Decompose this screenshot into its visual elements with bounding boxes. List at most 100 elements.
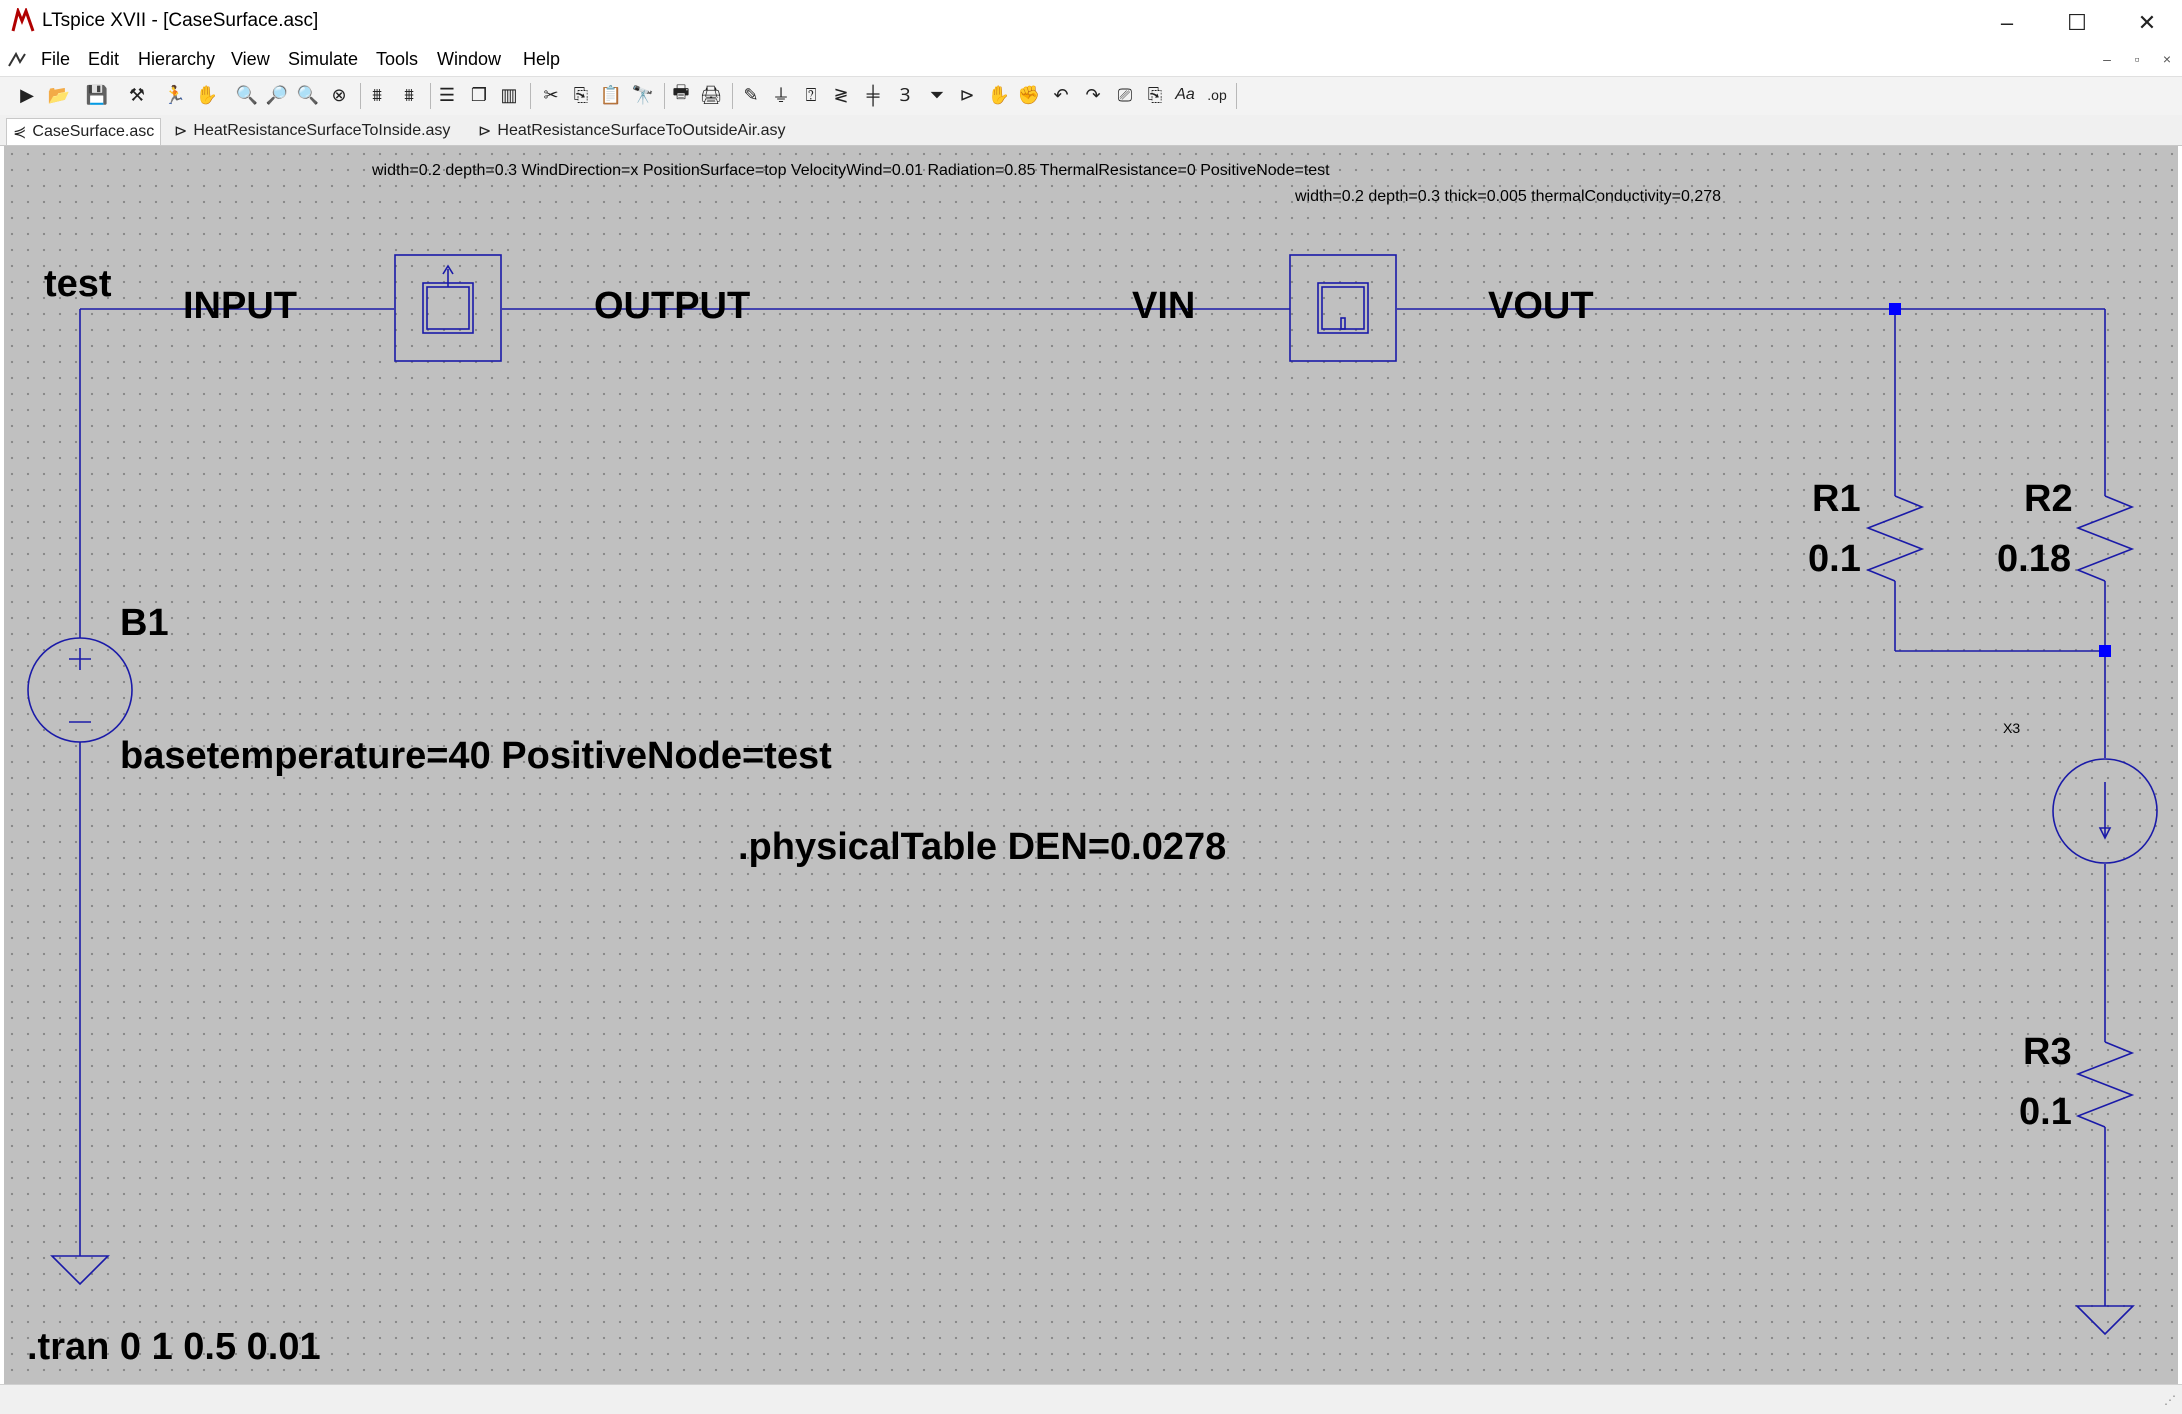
tab-casesurface[interactable]: ⋞ CaseSurface.asc: [6, 118, 162, 145]
r2-resistor-symbol: [2075, 480, 2135, 586]
symbol-icon: ⊳: [174, 123, 188, 140]
physical-table-directive[interactable]: .physicalTable DEN=0.0278: [738, 826, 1226, 869]
tile-vertical-icon[interactable]: ▥: [496, 82, 522, 108]
tile-horizontal-icon[interactable]: ☰: [434, 82, 460, 108]
paste-icon[interactable]: 📋: [598, 82, 624, 108]
outside-air-params-text[interactable]: width=0.2 depth=0.3 WindDirection=x Posi…: [372, 162, 1330, 180]
menu-tools[interactable]: Tools: [376, 49, 418, 70]
control-panel-icon[interactable]: ⚒: [124, 82, 150, 108]
toolbar-separator: [732, 83, 733, 109]
undo-icon[interactable]: ↶: [1048, 82, 1074, 108]
new-schematic-icon[interactable]: ▶: [14, 82, 40, 108]
schematic-icon: ⋞: [13, 124, 27, 141]
cut-icon[interactable]: ✂: [538, 82, 564, 108]
status-bar: ⋰: [0, 1384, 2182, 1414]
window-title: LTspice XVII - [CaseSurface.asc]: [42, 10, 319, 31]
x3-current-source-symbol: [2052, 758, 2158, 864]
tab-heat-resistance-outside[interactable]: ⊳ HeatResistanceSurfaceToOutsideAir.asy: [472, 118, 792, 144]
menu-view[interactable]: View: [231, 49, 270, 70]
tab-heat-resistance-inside[interactable]: ⊳ HeatResistanceSurfaceToInside.asy: [168, 118, 456, 144]
move-icon[interactable]: ✋: [986, 82, 1012, 108]
surface-to-inside-block: [1289, 254, 1397, 362]
mdi-close-button[interactable]: ×: [2156, 51, 2178, 67]
ltspice-logo-icon: [11, 8, 35, 32]
inside-params-text[interactable]: width=0.2 depth=0.3 thick=0.005 thermalC…: [1295, 188, 1721, 206]
menu-edit[interactable]: Edit: [88, 49, 119, 70]
maximize-button[interactable]: ☐: [2042, 0, 2112, 45]
r1-value-label[interactable]: 0.1: [1808, 538, 1861, 581]
r2-name-label[interactable]: R2: [2024, 478, 2073, 521]
document-icon[interactable]: [6, 50, 28, 72]
resize-grip-icon[interactable]: ⋰: [2164, 1393, 2176, 1407]
label-net-icon[interactable]: ⍰: [798, 82, 824, 108]
net-label-vout[interactable]: VOUT: [1488, 285, 1594, 328]
toolbar-separator: [664, 83, 665, 109]
ground-icon[interactable]: ⏚: [768, 82, 794, 108]
inductor-icon[interactable]: Ɜ: [892, 82, 918, 108]
mdi-minimize-button[interactable]: –: [2096, 51, 2118, 67]
menu-hierarchy[interactable]: Hierarchy: [138, 49, 215, 70]
zoom-in-icon[interactable]: 🔍: [234, 82, 260, 108]
menu-window[interactable]: Window: [437, 49, 501, 70]
mirror-icon[interactable]: ⎘: [1142, 82, 1168, 108]
tab-label: CaseSurface.asc: [32, 123, 155, 140]
net-label-test[interactable]: test: [44, 263, 112, 306]
net-label-vin[interactable]: VIN: [1132, 285, 1195, 328]
zoom-fit-icon[interactable]: ⊗: [326, 82, 352, 108]
resistor-icon[interactable]: ≷: [828, 82, 854, 108]
print-icon[interactable]: 🖨: [698, 82, 724, 108]
toolbar-separator: [430, 83, 431, 109]
autorange-icon[interactable]: ⩩: [364, 82, 390, 108]
junction-dot: [1889, 303, 1901, 315]
cancel-icon[interactable]: ⩩: [396, 82, 422, 108]
copy-icon[interactable]: ⎘: [568, 82, 594, 108]
symbol-icon: ⊳: [478, 123, 492, 140]
component-icon[interactable]: ⊳: [954, 82, 980, 108]
r3-value-label[interactable]: 0.1: [2019, 1091, 2072, 1134]
menu-simulate[interactable]: Simulate: [288, 49, 358, 70]
ground-symbol: [50, 1255, 110, 1286]
x3-name-label[interactable]: X3: [2003, 720, 2020, 736]
save-icon[interactable]: 💾: [84, 82, 110, 108]
cascade-icon[interactable]: ❐: [466, 82, 492, 108]
toolbar-separator: [530, 83, 531, 109]
open-icon[interactable]: 📂: [46, 82, 72, 108]
menu-file[interactable]: File: [41, 49, 70, 70]
net-label-output[interactable]: OUTPUT: [594, 285, 750, 328]
r1-name-label[interactable]: R1: [1812, 478, 1861, 521]
run-icon[interactable]: 🏃: [162, 82, 188, 108]
title-bar: LTspice XVII - [CaseSurface.asc] – ☐ ✕: [0, 0, 2182, 45]
b1-value-label[interactable]: basetemperature=40 PositiveNode=test: [120, 735, 832, 778]
toolbar-separator: [360, 83, 361, 109]
capacitor-icon[interactable]: ╪: [860, 82, 886, 108]
net-label-input[interactable]: INPUT: [183, 285, 297, 328]
draw-wire-icon[interactable]: ✎: [738, 82, 764, 108]
rotate-icon[interactable]: ⎚: [1112, 82, 1138, 108]
junction-dot: [2099, 645, 2111, 657]
b1-name-label[interactable]: B1: [120, 602, 169, 645]
r2-value-label[interactable]: 0.18: [1997, 538, 2071, 581]
diode-icon[interactable]: ⏷: [924, 82, 950, 108]
tran-directive[interactable]: .tran 0 1 0.5 0.01: [27, 1326, 321, 1369]
tab-label: HeatResistanceSurfaceToInside.asy: [193, 122, 451, 139]
minimize-button[interactable]: –: [1972, 0, 2042, 45]
mdi-restore-button[interactable]: ▫: [2126, 51, 2148, 67]
menu-bar: File Edit Hierarchy View Simulate Tools …: [0, 45, 2182, 76]
redo-icon[interactable]: ↷: [1080, 82, 1106, 108]
r3-name-label[interactable]: R3: [2023, 1031, 2072, 1074]
r1-resistor-symbol: [1865, 480, 1925, 586]
find-icon[interactable]: 🔭: [630, 82, 656, 108]
r3-resistor-symbol: [2075, 1030, 2135, 1136]
spice-directive-icon[interactable]: .op: [1204, 82, 1230, 108]
menu-help[interactable]: Help: [523, 49, 560, 70]
zoom-out-icon[interactable]: 🔍: [295, 82, 321, 108]
drag-icon[interactable]: ✊: [1016, 82, 1042, 108]
tab-label: HeatResistanceSurfaceToOutsideAir.asy: [497, 122, 786, 139]
print-setup-icon[interactable]: 🖶: [668, 82, 694, 108]
pan-icon[interactable]: 🔎: [264, 82, 290, 108]
surface-to-air-block: [394, 254, 502, 362]
text-icon[interactable]: Aa: [1172, 82, 1198, 108]
halt-icon[interactable]: ✋: [194, 82, 220, 108]
close-button[interactable]: ✕: [2112, 0, 2182, 45]
b1-source-symbol: [27, 637, 133, 743]
